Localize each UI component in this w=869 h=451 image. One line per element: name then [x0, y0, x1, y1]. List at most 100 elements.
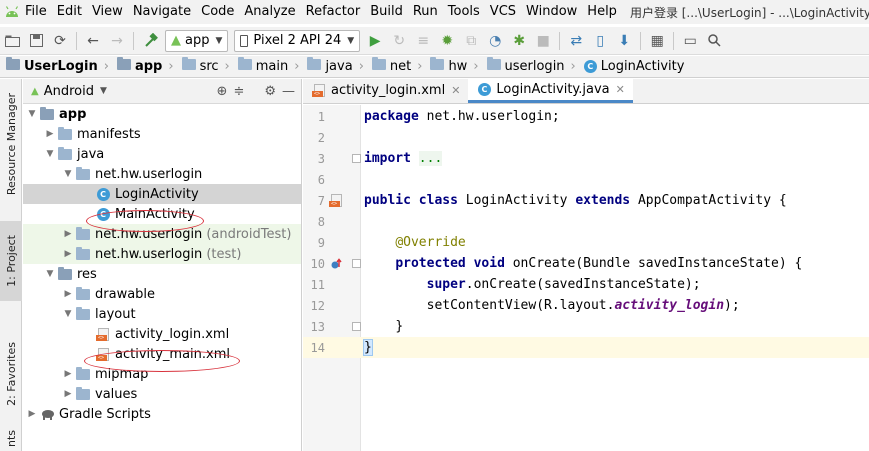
window-title: 用户登录 [...\UserLogin] - ...\LoginActivity…: [629, 5, 869, 20]
chevron-right-icon: ›: [358, 59, 364, 74]
menu-vcs[interactable]: VCS: [485, 0, 521, 24]
menu-run[interactable]: Run: [408, 0, 443, 24]
save-all-icon[interactable]: [24, 29, 48, 53]
menu-edit[interactable]: Edit: [52, 0, 87, 24]
chevron-down-icon[interactable]: ▼: [43, 269, 57, 279]
attach-debugger-icon[interactable]: ⧉: [459, 29, 483, 53]
collapse-all-icon[interactable]: ≑: [233, 84, 244, 99]
class-icon: C: [476, 82, 492, 96]
tree-item-res[interactable]: ▼ res: [23, 264, 301, 284]
chevron-right-icon[interactable]: ▶: [61, 289, 75, 299]
back-arrow-icon[interactable]: ←: [81, 29, 105, 53]
tab-activity-login-xml[interactable]: <> activity_login.xml ✕: [303, 78, 468, 103]
apply-changes-icon[interactable]: ↻: [387, 29, 411, 53]
menu-code[interactable]: Code: [196, 0, 239, 24]
menu-help[interactable]: Help: [582, 0, 622, 24]
tree-item-mipmap[interactable]: ▶ mipmap: [23, 364, 301, 384]
menu-view[interactable]: View: [87, 0, 128, 24]
run-icon[interactable]: ▶: [363, 29, 387, 53]
stop-icon[interactable]: ■: [531, 29, 555, 53]
project-view-select[interactable]: ▲ Android ▼: [31, 84, 107, 99]
chevron-right-icon[interactable]: ▶: [43, 129, 57, 139]
tree-item-java[interactable]: ▼ java: [23, 144, 301, 164]
gradle-sync-icon[interactable]: ⇄: [564, 29, 588, 53]
layout-file-gutter-icon[interactable]: <>: [328, 194, 343, 208]
breadcrumb-item-net[interactable]: net ›: [366, 57, 425, 74]
project-tab[interactable]: 1: Project: [0, 221, 22, 301]
chevron-down-icon[interactable]: ▼: [43, 149, 57, 159]
breadcrumb-item-loginactivity[interactable]: C LoginActivity: [578, 59, 687, 74]
hide-panel-icon[interactable]: —: [282, 84, 295, 99]
panel-header-icons: ⊕ ≑ ⚙ —: [217, 84, 301, 99]
tree-item-mainactivity[interactable]: C MainActivity: [23, 204, 301, 224]
chevron-down-icon[interactable]: ▼: [25, 109, 39, 119]
tree-item-drawable[interactable]: ▶ drawable: [23, 284, 301, 304]
sync-icon[interactable]: ⟳: [48, 29, 72, 53]
menu-analyze[interactable]: Analyze: [239, 0, 300, 24]
tree-item-package-androidtest[interactable]: ▶ net.hw.userlogin (androidTest): [23, 224, 301, 244]
breadcrumb-item-java[interactable]: java ›: [301, 57, 365, 74]
menu-file[interactable]: File: [20, 0, 52, 24]
menu-refactor[interactable]: Refactor: [301, 0, 366, 24]
fold-collapse-icon[interactable]: [352, 259, 361, 268]
menu-build[interactable]: Build: [365, 0, 408, 24]
android-studio-icon: [4, 0, 20, 24]
fold-end-icon[interactable]: [352, 322, 361, 331]
apply-code-changes-icon[interactable]: ≡: [411, 29, 435, 53]
debug-bug-icon[interactable]: ✹: [435, 29, 459, 53]
hammer-build-icon[interactable]: [138, 29, 162, 53]
tree-item-manifests[interactable]: ▶ manifests: [23, 124, 301, 144]
menu-tools[interactable]: Tools: [443, 0, 485, 24]
project-structure-icon[interactable]: ▦: [645, 29, 669, 53]
tree-item-package[interactable]: ▼ net.hw.userlogin: [23, 164, 301, 184]
terminal-icon[interactable]: ▭: [678, 29, 702, 53]
fold-expand-icon[interactable]: [352, 154, 361, 163]
tree-item-values[interactable]: ▶ values: [23, 384, 301, 404]
device-value: Pixel 2 API 24: [253, 33, 342, 48]
chevron-right-icon[interactable]: ▶: [61, 369, 75, 379]
favorites-tab[interactable]: 2: Favorites: [0, 333, 22, 415]
code-area[interactable]: 1 package net.hw.userlogin; 2 3 import .…: [303, 105, 869, 451]
breadcrumb-item-src[interactable]: src ›: [176, 57, 232, 74]
tree-item-layout[interactable]: ▼ layout: [23, 304, 301, 324]
breadcrumb-item-hw[interactable]: hw ›: [424, 57, 480, 74]
avd-manager-icon[interactable]: ▯: [588, 29, 612, 53]
toolbar-separator: [673, 31, 675, 50]
tree-item-activity-main-xml[interactable]: <> activity_main.xml: [23, 344, 301, 364]
search-icon[interactable]: [702, 29, 726, 53]
close-icon[interactable]: ✕: [451, 84, 460, 97]
breadcrumb-item-app[interactable]: app ›: [111, 57, 176, 74]
breadcrumb-item-main[interactable]: main ›: [232, 57, 302, 74]
tree-item-activity-login-xml[interactable]: <> activity_login.xml: [23, 324, 301, 344]
folded-imports[interactable]: ...: [418, 151, 443, 166]
chevron-right-icon[interactable]: ▶: [61, 389, 75, 399]
resource-manager-tab[interactable]: Resource Manager: [0, 83, 22, 205]
run-with-coverage-icon[interactable]: ✱: [507, 29, 531, 53]
device-select[interactable]: Pixel 2 API 24 ▼: [234, 29, 361, 52]
tree-item-package-test[interactable]: ▶ net.hw.userlogin (test): [23, 244, 301, 264]
breadcrumb-item-userlogin[interactable]: UserLogin ›: [0, 57, 111, 74]
run-config-select[interactable]: ▲ app ▼: [165, 29, 229, 52]
locate-target-icon[interactable]: ⊕: [217, 84, 228, 99]
close-icon[interactable]: ✕: [616, 83, 625, 96]
open-folder-icon[interactable]: [0, 29, 24, 53]
tree-item-loginactivity[interactable]: C LoginActivity: [23, 184, 301, 204]
toolbar-separator: [76, 31, 77, 50]
override-method-gutter-icon[interactable]: [329, 257, 343, 271]
tree-item-app[interactable]: ▼ app: [23, 104, 301, 124]
structure-tab[interactable]: nts: [0, 427, 22, 451]
chevron-down-icon[interactable]: ▼: [61, 169, 75, 179]
menu-navigate[interactable]: Navigate: [128, 0, 196, 24]
gear-icon[interactable]: ⚙: [264, 84, 276, 99]
menu-window[interactable]: Window: [521, 0, 582, 24]
sdk-manager-icon[interactable]: ⬇: [612, 29, 636, 53]
tab-loginactivity-java[interactable]: C LoginActivity.java ✕: [468, 78, 633, 103]
chevron-right-icon[interactable]: ▶: [61, 229, 75, 239]
tree-item-gradle-scripts[interactable]: ▶ Gradle Scripts: [23, 404, 301, 424]
chevron-right-icon[interactable]: ▶: [61, 249, 75, 259]
chevron-right-icon[interactable]: ▶: [25, 409, 39, 419]
chevron-down-icon[interactable]: ▼: [61, 309, 75, 319]
forward-arrow-icon[interactable]: →: [105, 29, 129, 53]
profile-icon[interactable]: ◔: [483, 29, 507, 53]
breadcrumb-item-userlogin-pkg[interactable]: userlogin ›: [481, 57, 578, 74]
